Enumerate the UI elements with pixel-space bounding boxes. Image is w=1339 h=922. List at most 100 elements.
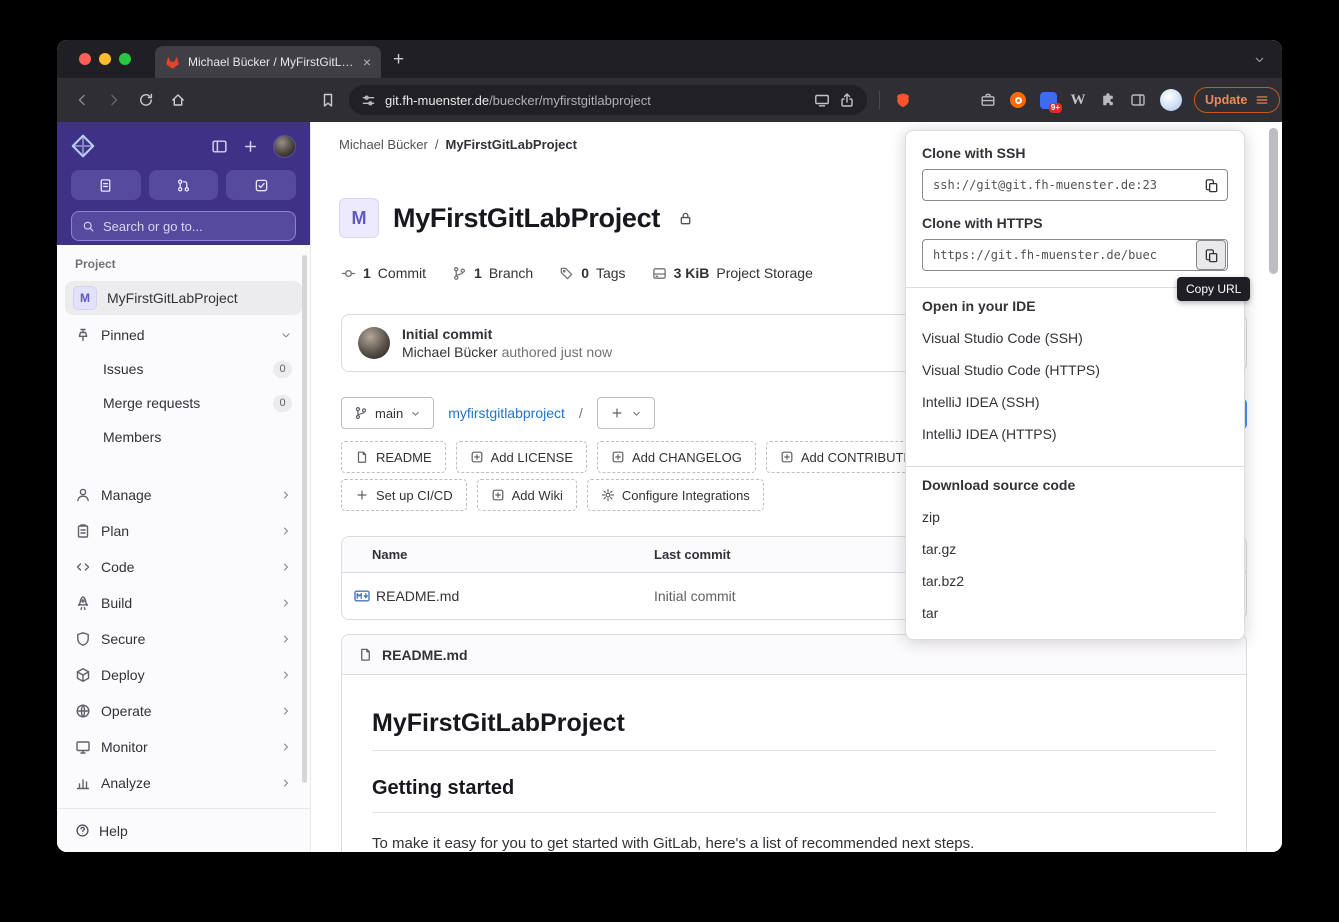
sidebar-item-analyze[interactable]: Analyze — [65, 767, 302, 799]
clone-ssh-input[interactable] — [923, 170, 1197, 200]
stat-branches[interactable]: 1 Branch — [452, 265, 533, 281]
menu-item-intellij-https[interactable]: IntelliJ IDEA (HTTPS) — [906, 418, 1244, 450]
sidebar-item-code[interactable]: Code — [65, 551, 302, 583]
side-panel-button[interactable] — [1124, 86, 1152, 114]
sidebar-scrollbar[interactable] — [302, 255, 307, 783]
sidebar-item-secure[interactable]: Secure — [65, 623, 302, 655]
todos-shortcut-button[interactable] — [226, 170, 297, 200]
stat-tags[interactable]: 0 Tags — [559, 265, 626, 281]
window-close-button[interactable] — [79, 53, 91, 65]
chevron-right-icon — [280, 705, 292, 717]
extension-wayback-button[interactable]: W — [1064, 86, 1092, 114]
readme-header[interactable]: README.md — [342, 635, 1246, 675]
sidebar-item-settings[interactable]: Settings — [65, 803, 302, 808]
reload-button[interactable] — [131, 85, 161, 115]
sidebar-item-plan[interactable]: Plan — [65, 515, 302, 547]
extension-target-button[interactable] — [1004, 86, 1032, 114]
chart-icon — [75, 775, 91, 791]
window-zoom-button[interactable] — [119, 53, 131, 65]
sidebar-item-deploy[interactable]: Deploy — [65, 659, 302, 691]
breadcrumb-current[interactable]: MyFirstGitLabProject — [446, 137, 577, 152]
menu-item-vscode-ssh[interactable]: Visual Studio Code (SSH) — [906, 322, 1244, 354]
sidebar-item-merge-requests[interactable]: Merge requests 0 — [65, 387, 302, 419]
stat-storage[interactable]: 3 KiB Project Storage — [652, 265, 813, 281]
sidebar-item-monitor[interactable]: Monitor — [65, 731, 302, 763]
clone-https-input[interactable] — [923, 240, 1197, 270]
extension-briefcase-button[interactable] — [974, 86, 1002, 114]
sidebar-pinned-toggle[interactable]: Pinned — [65, 319, 302, 351]
copy-ssh-url-button[interactable] — [1197, 171, 1225, 199]
profile-avatar[interactable] — [1160, 89, 1182, 111]
brave-shield-button[interactable] — [888, 85, 918, 115]
menu-item-download-tarbz2[interactable]: tar.bz2 — [906, 565, 1244, 597]
brave-shield-icon — [895, 92, 911, 108]
readme-button[interactable]: README — [341, 441, 446, 473]
desktop-background: Michael Bücker / MyFirstGitLabProject × … — [0, 0, 1339, 922]
page-scrollbar[interactable] — [1269, 128, 1278, 274]
search-input[interactable]: Search or go to... — [71, 211, 296, 241]
create-new-icon[interactable] — [242, 138, 259, 155]
sidebar-item-operate[interactable]: Operate — [65, 695, 302, 727]
forward-button[interactable] — [99, 85, 129, 115]
commit-author[interactable]: Michael Bücker — [402, 344, 498, 360]
sidebar-item-issues[interactable]: Issues 0 — [65, 353, 302, 385]
add-wiki-button[interactable]: Add Wiki — [476, 479, 577, 511]
bookmark-button[interactable] — [313, 85, 343, 115]
add-changelog-button[interactable]: Add CHANGELOG — [597, 441, 756, 473]
file-name-link[interactable]: README.md — [376, 588, 459, 604]
gitlab-instance-logo-icon[interactable] — [71, 134, 95, 158]
plus-square-icon — [470, 450, 484, 464]
extension-password-manager-button[interactable]: 9+ — [1034, 86, 1062, 114]
home-button[interactable] — [163, 85, 193, 115]
menu-item-download-targz[interactable]: tar.gz — [906, 533, 1244, 565]
column-header-name[interactable]: Name — [342, 547, 654, 562]
breadcrumb-separator: / — [434, 137, 439, 152]
sidebar-item-build[interactable]: Build — [65, 587, 302, 619]
tab-search-chevron-icon[interactable] — [1253, 53, 1266, 66]
branch-selector[interactable]: main — [341, 397, 435, 429]
sidebar-item-project[interactable]: M MyFirstGitLabProject — [65, 281, 302, 315]
sidebar-help[interactable]: Help — [57, 808, 310, 852]
site-settings-icon[interactable] — [361, 93, 376, 108]
action-label: README — [376, 449, 432, 465]
rocket-icon — [75, 595, 91, 611]
action-label: Configure Integrations — [621, 487, 750, 503]
address-bar[interactable]: git.fh-muenster.de/buecker/myfirstgitlab… — [349, 85, 867, 115]
back-icon — [74, 92, 90, 108]
repo-path-link[interactable]: myfirstgitlabproject — [448, 405, 565, 421]
stat-commits[interactable]: 1 Commit — [341, 265, 426, 281]
url-text[interactable]: git.fh-muenster.de/buecker/myfirstgitlab… — [385, 93, 805, 108]
users-icon — [75, 487, 91, 503]
merge-request-icon — [176, 178, 191, 193]
share-icon[interactable] — [839, 92, 855, 108]
issues-shortcut-button[interactable] — [71, 170, 141, 200]
stat-value: 1 — [363, 265, 371, 281]
menu-item-download-tar[interactable]: tar — [906, 597, 1244, 629]
sidebar-item-members[interactable]: Members — [65, 421, 302, 453]
update-button[interactable]: Update — [1194, 87, 1281, 113]
menu-item-intellij-ssh[interactable]: IntelliJ IDEA (SSH) — [906, 386, 1244, 418]
new-tab-button[interactable]: + — [393, 50, 404, 69]
copy-https-url-button[interactable] — [1197, 241, 1225, 269]
browser-tab[interactable]: Michael Bücker / MyFirstGitLabProject × — [155, 46, 381, 78]
collapse-sidebar-icon[interactable] — [211, 138, 228, 155]
branch-name: main — [375, 405, 404, 421]
user-avatar[interactable] — [273, 134, 296, 158]
add-license-button[interactable]: Add LICENSE — [455, 441, 587, 473]
window-minimize-button[interactable] — [99, 53, 111, 65]
readme-body: MyFirstGitLabProject Getting started To … — [342, 675, 1246, 852]
breadcrumb-root[interactable]: Michael Bücker — [339, 137, 428, 152]
sidebar-item-manage[interactable]: Manage — [65, 479, 302, 511]
add-file-dropdown[interactable] — [596, 397, 655, 429]
commit-icon — [341, 266, 356, 281]
extensions-button[interactable] — [1094, 86, 1122, 114]
merge-requests-shortcut-button[interactable] — [148, 170, 219, 200]
setup-cicd-button[interactable]: Set up CI/CD — [341, 479, 467, 511]
screen-share-icon[interactable] — [814, 92, 830, 108]
tab-close-icon[interactable]: × — [363, 55, 371, 69]
commit-title[interactable]: Initial commit — [402, 326, 612, 342]
back-button[interactable] — [67, 85, 97, 115]
menu-item-download-zip[interactable]: zip — [906, 501, 1244, 533]
configure-integrations-button[interactable]: Configure Integrations — [586, 479, 764, 511]
menu-item-vscode-https[interactable]: Visual Studio Code (HTTPS) — [906, 354, 1244, 386]
